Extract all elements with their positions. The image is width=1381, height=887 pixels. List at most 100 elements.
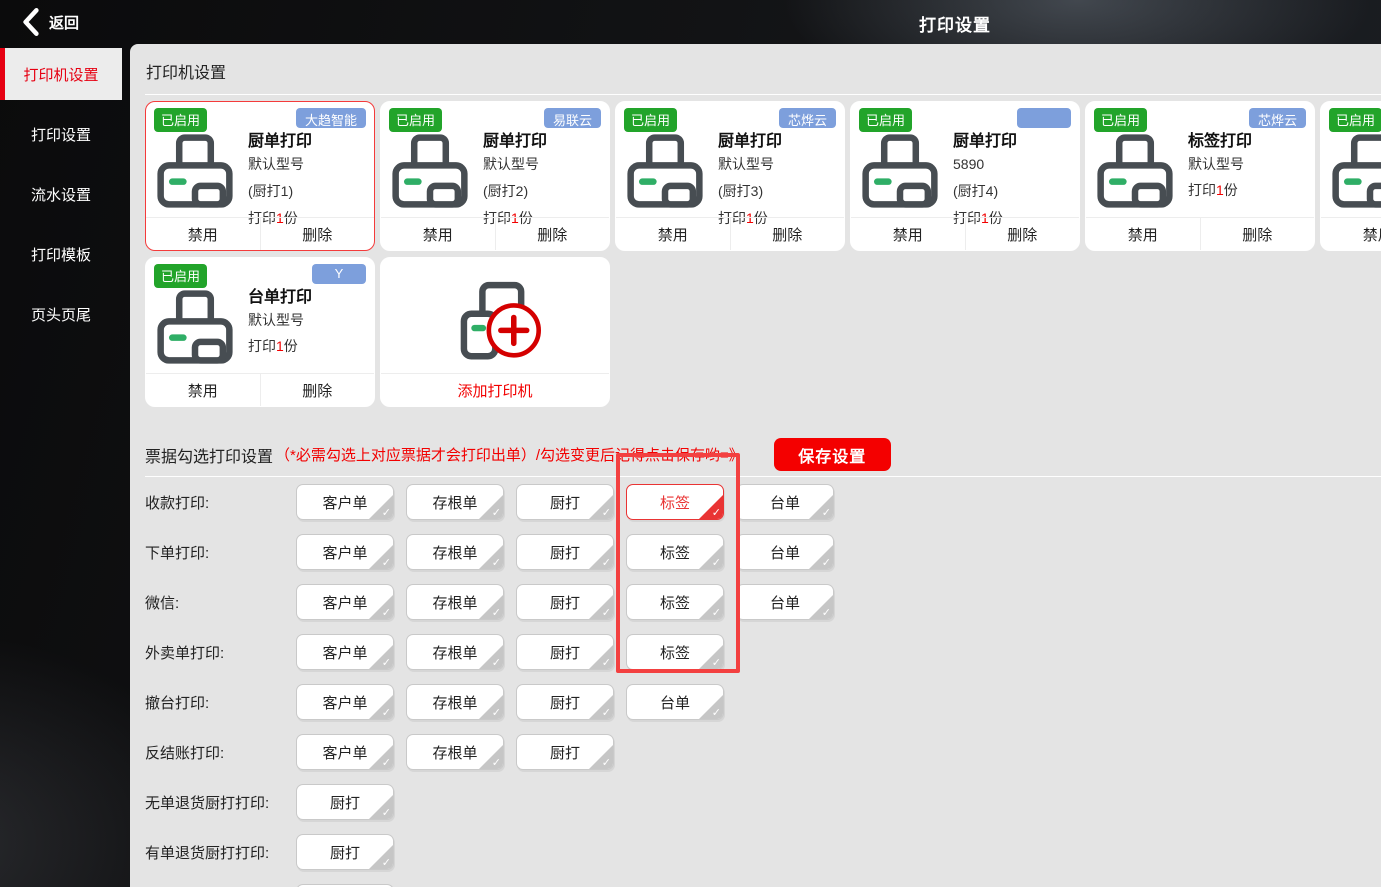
ticket-option-button[interactable]: 客户单 ✓: [296, 634, 394, 670]
save-settings-button[interactable]: 保存设置: [773, 438, 891, 471]
ticket-option-label: 厨打: [549, 494, 580, 512]
check-icon: ✓: [821, 507, 831, 519]
check-icon: ✓: [381, 857, 391, 869]
ticket-option-button[interactable]: 厨打 ✓: [516, 484, 614, 520]
delete-button[interactable]: 删除: [964, 218, 1080, 250]
printer-info: 台单打印 默认型号 打印1份: [248, 287, 370, 357]
ticket-option-button[interactable]: 客户单 ✓: [296, 684, 394, 720]
printer-card[interactable]: 已启用 Y 台单打印 默认型号 打印1份 禁用 删除: [145, 257, 375, 407]
ticket-option-button[interactable]: 标签 ✓: [626, 584, 724, 620]
printer-card[interactable]: 已启用 芯烨云 厨单打印 默认型号 (厨打3) 打印1份 禁用 删除: [615, 101, 845, 251]
ticket-option-button[interactable]: 台单 ✓: [626, 684, 724, 720]
ticket-option-label: 厨打: [549, 694, 580, 712]
ticket-row: 收款打印: 客户单 ✓ 存根单 ✓ 厨打 ✓ 标签 ✓ 台单 ✓: [145, 477, 1381, 527]
printer-card[interactable]: 已启用 易联云 厨单打印 默认型号 (厨打2) 打印1份 禁用 删除: [380, 101, 610, 251]
disable-button[interactable]: 禁用: [146, 218, 260, 250]
printer-channel: (厨打2): [483, 183, 529, 199]
ticket-option-button[interactable]: 标签 ✓: [626, 534, 724, 570]
back-button[interactable]: 返回: [22, 7, 79, 37]
ticket-option-button[interactable]: 台单 ✓: [736, 584, 834, 620]
printer-icon: [156, 132, 234, 210]
disable-button[interactable]: 禁用: [616, 218, 730, 250]
sidebar-item-print-template[interactable]: 打印模板: [0, 224, 122, 284]
ticket-option-label: 客户单: [322, 494, 368, 512]
delete-button[interactable]: 删除: [259, 218, 375, 250]
ticket-option-label: 厨打: [549, 644, 580, 662]
ticket-option-button[interactable]: 存根单 ✓: [406, 584, 504, 620]
vendor-badge: 大趋智能: [295, 108, 366, 128]
disable-button[interactable]: 禁用: [381, 218, 495, 250]
printer-name: 厨单打印: [953, 133, 1018, 150]
divider: [145, 94, 1381, 95]
ticket-option-button[interactable]: 客户单 ✓: [296, 734, 394, 770]
check-icon: ✓: [381, 657, 391, 669]
check-icon: ✓: [821, 557, 831, 569]
ticket-option-button[interactable]: 厨打 ✓: [296, 834, 394, 870]
printer-card[interactable]: 已启用 厨单打印 5890 (厨打4) 打印1份 禁用 删除: [850, 101, 1080, 251]
ticket-option-button[interactable]: 存根单 ✓: [406, 484, 504, 520]
ticket-option-button[interactable]: 厨打 ✓: [516, 534, 614, 570]
ticket-option-button[interactable]: 客户单 ✓: [296, 534, 394, 570]
ticket-option-button[interactable]: 客户单 ✓: [296, 584, 394, 620]
ticket-option-button[interactable]: 厨打 ✓: [296, 784, 394, 820]
sidebar: 打印机设置 打印设置 流水设置 打印模板 页头页尾: [0, 44, 122, 887]
add-printer-card[interactable]: 添加打印机: [380, 257, 610, 407]
ticket-option-button[interactable]: 台单 ✓: [736, 484, 834, 520]
printer-channel: (厨打4): [953, 183, 999, 199]
printer-model: 默认型号: [718, 156, 774, 172]
disable-button[interactable]: 禁用: [851, 218, 965, 250]
disable-button[interactable]: 禁用: [146, 374, 260, 406]
ticket-option-button[interactable]: 存根单 ✓: [406, 684, 504, 720]
delete-button[interactable]: 删除: [494, 218, 610, 250]
ticket-option-label: 客户单: [322, 594, 368, 612]
ticket-option-label: 厨打: [549, 594, 580, 612]
sidebar-item-print-settings[interactable]: 打印设置: [0, 104, 122, 164]
check-icon: ✓: [601, 707, 611, 719]
disable-button[interactable]: 禁用: [1321, 218, 1381, 250]
ticket-option-button[interactable]: 存根单 ✓: [406, 534, 504, 570]
ticket-option-label: 台单: [769, 544, 800, 562]
card-actions: 禁用 删除: [146, 217, 374, 250]
ticket-row-options: 客户单 ✓ 存根单 ✓ 厨打 ✓: [296, 734, 614, 770]
ticket-option-button[interactable]: 标签 ✓: [626, 484, 724, 520]
ticket-option-button[interactable]: 存根单 ✓: [406, 734, 504, 770]
sidebar-item-flow-settings[interactable]: 流水设置: [0, 164, 122, 224]
printer-name: 厨单打印: [718, 133, 783, 150]
ticket-option-label: 厨打: [549, 744, 580, 762]
ticket-option-button[interactable]: 厨打 ✓: [516, 584, 614, 620]
delete-button[interactable]: 删除: [729, 218, 845, 250]
ticket-option-label: 标签: [659, 544, 690, 562]
ticket-option-label: 台单: [659, 694, 690, 712]
vendor-badge: 芯烨云: [1248, 108, 1306, 128]
ticket-option-label: 存根单: [432, 644, 478, 662]
ticket-option-button[interactable]: 厨打 ✓: [516, 734, 614, 770]
ticket-option-button[interactable]: 客户单 ✓: [296, 484, 394, 520]
printer-name: 标签打印: [1188, 133, 1253, 150]
enabled-badge: 已启用: [859, 108, 913, 132]
sidebar-item-header-footer[interactable]: 页头页尾: [0, 284, 122, 344]
printer-card[interactable]: 已启用 大趋智能 厨单打印 默认型号 (厨打1) 打印1份 禁用 删除: [145, 101, 375, 251]
printer-icon: [1096, 132, 1174, 210]
back-chevron-icon: [23, 8, 39, 36]
main-panel: 打印机设置 已启用 大趋智能 厨单打印 默认型号 (厨打1) 打印1份 禁用 删…: [130, 44, 1381, 887]
ticket-option-button[interactable]: 标签 ✓: [626, 634, 724, 670]
ticket-option-button[interactable]: 存根单 ✓: [406, 634, 504, 670]
printer-card[interactable]: 已启用 芯烨云 标签打印 默认型号 打印1份 禁用 删除: [1085, 101, 1315, 251]
ticket-row-label: 收款打印:: [145, 494, 210, 512]
printer-card-clipped[interactable]: 已启用 禁用 删除: [1320, 101, 1381, 251]
ticket-row-label: 撤台打印:: [145, 694, 210, 712]
ticket-option-button[interactable]: 台单 ✓: [736, 534, 834, 570]
printer-model: 默认型号: [248, 156, 304, 172]
printer-channel: (厨打1): [248, 183, 294, 199]
disable-button[interactable]: 禁用: [1086, 218, 1200, 250]
delete-button[interactable]: 删除: [259, 374, 375, 406]
ticket-option-label: 客户单: [322, 744, 368, 762]
delete-button[interactable]: 删除: [1199, 218, 1315, 250]
ticket-option-button[interactable]: 厨打 ✓: [516, 634, 614, 670]
vendor-badge: [1017, 108, 1071, 128]
ticket-section-note: （*必需勾选上对应票据才会打印出单）/勾选变更后记得点击保存哟=》: [275, 447, 744, 464]
ticket-option-button[interactable]: 厨打 ✓: [516, 684, 614, 720]
printer-info: 厨单打印 默认型号 (厨打2) 打印1份: [483, 131, 605, 229]
sidebar-item-printer-settings[interactable]: 打印机设置: [0, 48, 122, 100]
printer-model: 5890: [953, 156, 985, 172]
